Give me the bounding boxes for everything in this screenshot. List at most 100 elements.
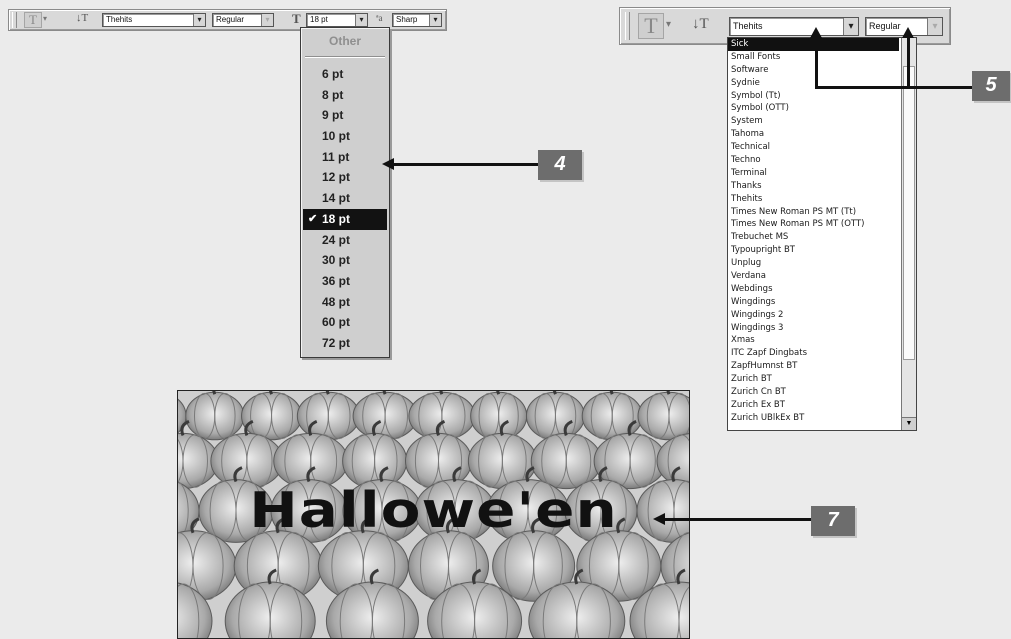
size-menu-item-label: 72 pt (322, 335, 351, 350)
chevron-down-icon[interactable]: ▾ (261, 14, 273, 26)
font-family-value: Thehits (106, 15, 133, 24)
size-menu-item-label: 12 pt (322, 170, 351, 185)
font-menu-item[interactable]: Sick (728, 38, 899, 51)
scroll-down-arrow-icon[interactable]: ▼ (902, 417, 916, 430)
size-menu-item[interactable]: 6 pt (303, 64, 387, 85)
size-menu-item-label: 11 pt (322, 149, 350, 164)
antialias-select[interactable]: Sharp ▾ (392, 13, 442, 27)
type-tool-icon[interactable]: T (24, 12, 42, 28)
font-size-menu: Other 6 pt 8 pt 9 pt 10 pt 11 pt 12 pt 14 pt ✔ 1… (300, 27, 390, 358)
font-menu-item[interactable]: Small Fonts (728, 51, 899, 64)
size-menu-item[interactable]: 24 pt (303, 230, 387, 251)
callout-5: 5 (972, 71, 1010, 101)
font-menu-item[interactable]: Technical (728, 141, 899, 154)
callout-7: 7 (811, 506, 855, 536)
font-menu-item[interactable]: Xmas (728, 334, 899, 347)
font-menu-item[interactable]: Zurich BT (728, 373, 899, 386)
antialias-icon: ªa (376, 13, 383, 23)
size-menu-item-label: 30 pt (322, 253, 351, 268)
font-menu-item[interactable]: Wingdings 3 (728, 322, 899, 335)
callout-4: 4 (538, 150, 582, 180)
callout-5-line-horizontal (815, 86, 974, 89)
size-menu-item[interactable]: 10 pt (303, 126, 387, 147)
size-menu-item-label: 24 pt (322, 232, 351, 247)
font-menu-item[interactable]: Zurich UBlkEx BT (728, 412, 899, 425)
font-menu-item[interactable]: Typoupright BT (728, 244, 899, 257)
font-menu-item[interactable]: Terminal (728, 167, 899, 180)
font-style-select[interactable]: Regular ▾ (212, 13, 274, 27)
size-menu-item[interactable]: 11 pt (303, 147, 387, 168)
font-family-select[interactable]: Thehits ▾ (102, 13, 206, 27)
chevron-down-icon[interactable]: ▾ (429, 14, 441, 26)
chevron-down-icon[interactable]: ▾ (843, 18, 858, 35)
callout-5-arrowhead-a (810, 27, 822, 38)
tool-preset-arrow-icon[interactable]: ▾ (43, 14, 47, 23)
size-menu-item-label: 10 pt (322, 129, 351, 144)
size-menu-item-label: 36 pt (322, 273, 351, 288)
size-menu-item[interactable]: 36 pt (303, 271, 387, 292)
toolbar-grip[interactable] (625, 12, 630, 40)
font-menu-item[interactable]: Techno (728, 154, 899, 167)
font-list: Sick Small Fonts Software Sydnie Symbol (Tt)… (728, 38, 899, 425)
callout-5-line-vertical-b (907, 36, 910, 89)
size-menu-item[interactable]: 14 pt (303, 188, 387, 209)
size-menu-item-label: 48 pt (322, 294, 351, 309)
size-menu-item[interactable]: 8 pt (303, 85, 387, 106)
font-menu-item[interactable]: Wingdings 2 (728, 309, 899, 322)
size-menu-item-label: 6 pt (322, 67, 344, 81)
font-menu-item[interactable]: Symbol (OTT) (728, 102, 899, 115)
font-menu-item[interactable]: Unplug (728, 257, 899, 270)
size-menu-item[interactable]: 12 pt (303, 167, 387, 188)
font-menu-item[interactable]: Thanks (728, 180, 899, 193)
size-menu-item[interactable]: 60 pt (303, 312, 387, 333)
font-menu-item[interactable]: Trebuchet MS (728, 231, 899, 244)
type-tool-icon[interactable]: T (638, 13, 664, 39)
size-menu-item-label: 8 pt (322, 87, 344, 102)
font-menu-item[interactable]: Symbol (Tt) (728, 90, 899, 103)
font-menu-item[interactable]: Zurich Cn BT (728, 386, 899, 399)
font-menu-item[interactable]: ZapfHumnst BT (728, 360, 899, 373)
font-family-value: Thehits (733, 21, 763, 31)
checkmark-icon: ✔ (308, 212, 318, 225)
font-menu-item[interactable]: Thehits (728, 193, 899, 206)
tool-preset-arrow-icon[interactable]: ▾ (666, 19, 671, 30)
callout-4-line (393, 163, 538, 166)
size-menu-item[interactable]: 9 pt (303, 105, 387, 126)
size-menu-item[interactable]: 48 pt (303, 292, 387, 313)
callout-7-arrowhead (653, 513, 665, 525)
chevron-down-icon[interactable]: ▾ (193, 14, 205, 26)
font-style-value: Regular (216, 15, 245, 24)
toolbar-grip[interactable] (12, 12, 17, 28)
font-size-select[interactable]: 18 pt ▾ (306, 13, 368, 27)
font-family-menu: Sick Small Fonts Software Sydnie Symbol (Tt)… (727, 37, 917, 431)
font-menu-item[interactable]: Webdings (728, 283, 899, 296)
antialias-value: Sharp (396, 15, 418, 24)
font-family-select[interactable]: Thehits ▾ (729, 17, 859, 36)
chevron-down-icon[interactable]: ▾ (927, 18, 942, 35)
callout-7-line (664, 518, 811, 521)
font-menu-item[interactable]: Tahoma (728, 128, 899, 141)
size-menu-item[interactable]: 72 pt (303, 333, 387, 354)
font-menu-item[interactable]: System (728, 115, 899, 128)
font-menu-item[interactable]: Software (728, 64, 899, 77)
scrollbar-thumb[interactable] (903, 66, 915, 360)
font-list-scrollbar[interactable]: ▼ (901, 38, 916, 430)
size-menu-item[interactable]: 30 pt (303, 250, 387, 271)
callout-5-line-vertical-a (815, 36, 818, 89)
size-menu-item[interactable]: ✔ 18 pt (303, 208, 387, 230)
font-menu-item[interactable]: Verdana (728, 270, 899, 283)
font-menu-item[interactable]: Times New Roman PS MT (OTT) (728, 218, 899, 231)
text-orientation-icon[interactable]: ↓T (76, 12, 88, 24)
size-menu-item-label: 60 pt (322, 315, 351, 330)
callout-4-arrowhead (382, 158, 394, 170)
font-menu-item[interactable]: Zurich Ex BT (728, 399, 899, 412)
font-menu-item[interactable]: ITC Zapf Dingbats (728, 347, 899, 360)
menu-separator (305, 56, 385, 58)
font-menu-item[interactable]: Times New Roman PS MT (Tt) (728, 206, 899, 219)
chevron-down-icon[interactable]: ▾ (355, 14, 367, 26)
size-menu-other[interactable]: Other (301, 34, 389, 48)
callout-5-arrowhead-b (902, 27, 914, 38)
size-menu-item-label: 14 pt (322, 191, 351, 206)
font-menu-item[interactable]: Wingdings (728, 296, 899, 309)
text-orientation-icon[interactable]: ↓T (692, 16, 709, 33)
